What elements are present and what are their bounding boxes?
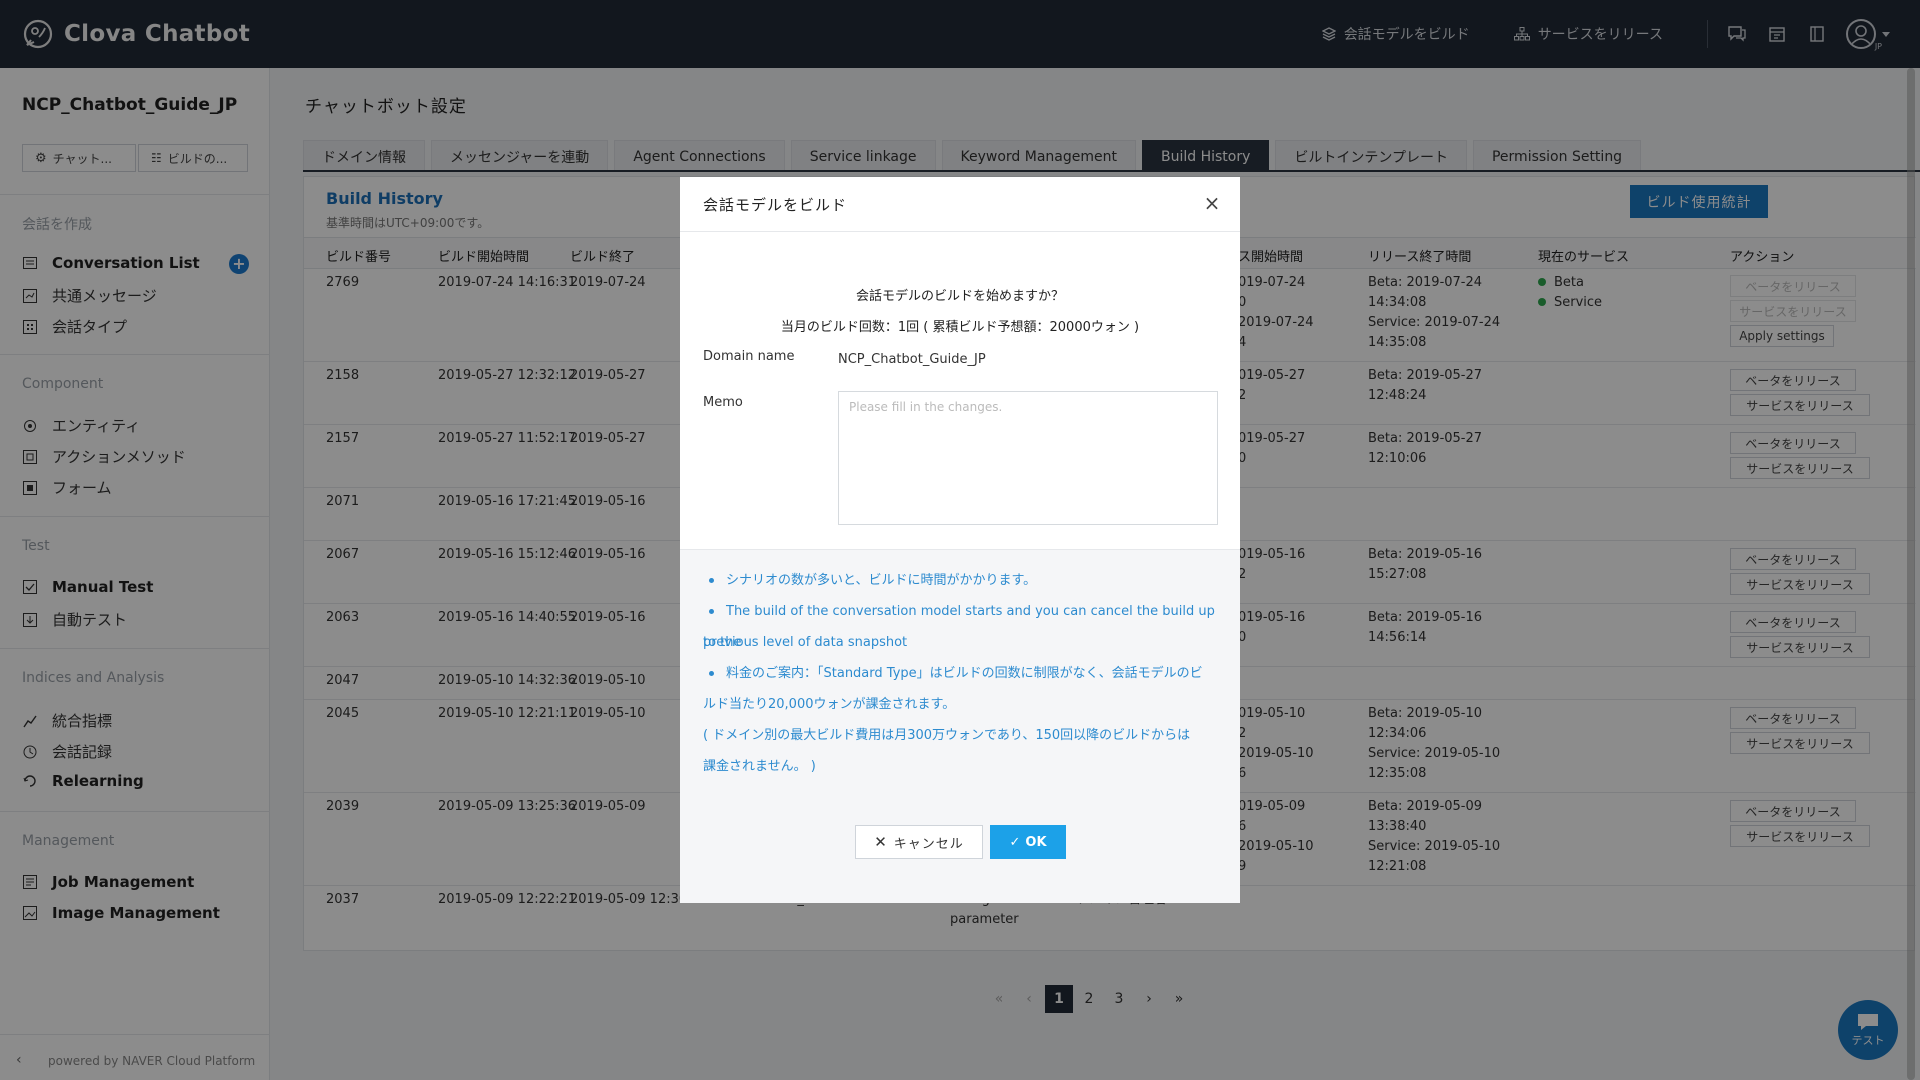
close-icon: ✕ [874,833,888,851]
memo-label: Memo [703,395,743,410]
dialog-title: 会話モデルをビルド [703,195,848,214]
memo-input[interactable] [838,391,1218,525]
close-icon[interactable]: × [1202,193,1222,213]
note-item: シナリオの数が多いと、ビルドに時間がかかります。 [703,565,1223,596]
cancel-button[interactable]: ✕ キャンセル [855,825,983,859]
domain-name-value: NCP_Chatbot_Guide_JP [838,352,986,367]
note-item: 料金のご案内：「Standard Type」はビルドの回数に制限がなく、会話モデ… [703,658,1223,689]
note-item-continued: ルド当たり20,000ウォンが課金されます。 [703,697,956,712]
confirm-question: 会話モデルのビルドを始めますか？ [855,289,1064,304]
dialog-header: 会話モデルをビルド [680,177,1240,232]
note-item-continued: previous level of data snapshot [703,635,908,650]
build-count-info: 当月のビルド回数：1回 ( 累積ビルド予想額：20000ウォン ) [780,320,1140,335]
check-icon: ✓ [1009,834,1021,850]
ok-button[interactable]: ✓ OK [990,825,1066,859]
page-scrollbar[interactable] [1907,68,1915,1080]
note-item-continued: 課金されません。 ) [703,759,816,774]
build-model-dialog: 会話モデルをビルド × 会話モデルのビルドを始めますか？ 当月のビルド回数：1回… [680,177,1240,903]
domain-name-label: Domain name [703,349,795,364]
note-item-continued: ( ドメイン別の最大ビルド費用は月300万ウォンであり、150回以降のビルドから… [703,728,1191,743]
